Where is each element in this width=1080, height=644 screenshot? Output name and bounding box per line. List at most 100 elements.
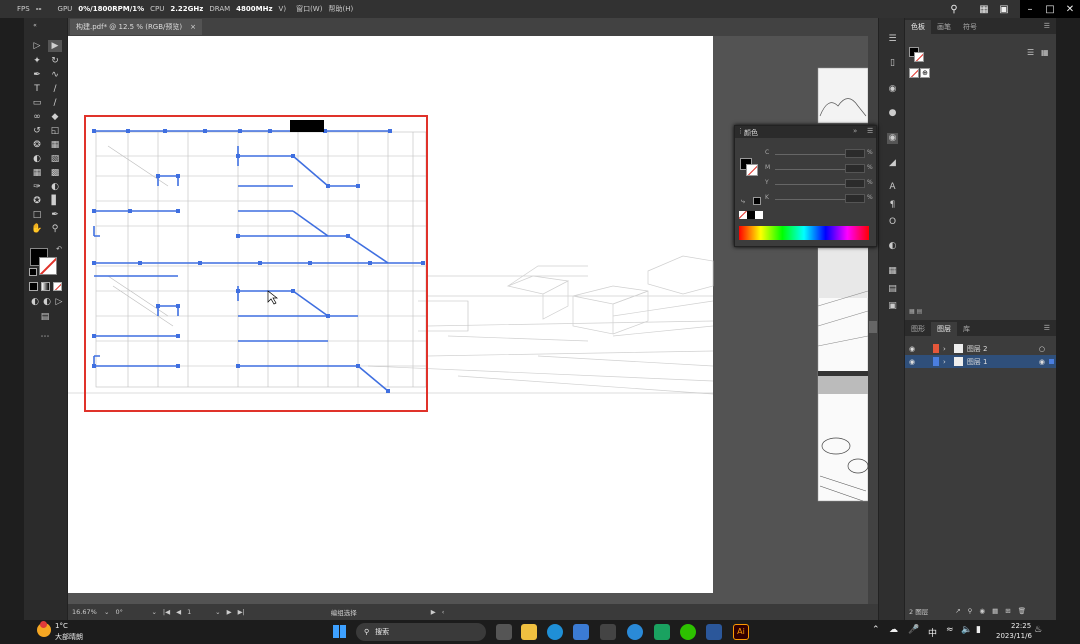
magenta-slider[interactable]: M %	[765, 164, 875, 174]
clipping-mask-icon[interactable]: ◉	[979, 607, 985, 615]
page-number[interactable]: 1	[187, 608, 209, 616]
layers-options-icon[interactable]: ☰	[1038, 322, 1056, 336]
arrange-icon[interactable]: ▦	[974, 0, 994, 18]
draw-inside-icon[interactable]: ▷	[52, 296, 66, 308]
layer-row-2[interactable]: ◉ › 图层 2 ○	[905, 342, 1057, 355]
file-explorer-icon[interactable]	[521, 624, 537, 640]
page-dropdown-icon[interactable]: ⌄	[215, 608, 220, 616]
magenta-value[interactable]	[845, 164, 865, 173]
magic-wand-icon[interactable]: ✦	[30, 55, 44, 67]
menu-window[interactable]: 窗口(W)	[293, 4, 325, 14]
tab-graphics[interactable]: 图形	[905, 322, 931, 336]
default-colors-icon[interactable]	[29, 268, 37, 276]
transform-icon[interactable]: ▦	[887, 266, 898, 277]
paintbrush-icon[interactable]: ∕	[48, 97, 62, 109]
paragraph-icon[interactable]: ¶	[887, 200, 898, 211]
artboard-tool-icon[interactable]: □	[30, 209, 44, 221]
target-circle-icon[interactable]: ○	[1039, 345, 1045, 353]
battery-icon[interactable]: ▮	[976, 625, 981, 635]
expand-arrow-icon[interactable]: ›	[943, 345, 946, 353]
comments-icon[interactable]: ▯	[887, 58, 898, 69]
none-mode-button[interactable]	[53, 282, 62, 291]
weather-status[interactable]: 大部晴朗	[55, 632, 83, 642]
symbol-sprayer-icon[interactable]: ✪	[30, 195, 44, 207]
direct-selection-tool-icon[interactable]: ▷	[30, 40, 44, 52]
start-button-icon[interactable]	[333, 625, 346, 638]
tab-layers[interactable]: 图层	[931, 322, 957, 336]
status-menu-icon[interactable]: ▶	[431, 608, 436, 616]
more-tools-icon[interactable]: ⋯	[38, 331, 52, 343]
zoom-level[interactable]: 16.67%	[72, 608, 98, 616]
scale-tool-icon[interactable]: ◱	[48, 125, 62, 137]
zoom-dropdown-icon[interactable]: ⌄	[104, 608, 109, 616]
unity-icon[interactable]	[600, 624, 616, 640]
pathfinder-icon[interactable]: ◉	[887, 84, 898, 95]
notification-bell-icon[interactable]: ♨	[1034, 625, 1042, 635]
layer-name[interactable]: 图层 1	[967, 357, 988, 367]
taskbar-search-box[interactable]: ⚲ 搜索	[356, 623, 486, 641]
tab-brushes[interactable]: 画笔	[931, 20, 957, 34]
clock-date[interactable]: 2023/11/6	[996, 632, 1032, 640]
layer-name[interactable]: 图层 2	[967, 344, 988, 354]
gradient-tool-icon[interactable]: ▩	[48, 167, 62, 179]
weather-temperature[interactable]: 1°C	[55, 622, 68, 630]
tab-close-icon[interactable]: ×	[190, 23, 196, 31]
microphone-icon[interactable]: 🎤	[908, 625, 919, 635]
transparency-icon[interactable]: ◐	[887, 241, 898, 252]
artboards-icon[interactable]: ▣	[887, 301, 898, 312]
color-mode-button[interactable]	[29, 282, 38, 291]
menu-view[interactable]: V)	[276, 5, 290, 13]
black-value[interactable]	[845, 194, 865, 203]
collapse-panel-icon[interactable]: »	[853, 127, 857, 135]
tray-overflow-icon[interactable]: ⌃	[872, 625, 880, 635]
appearance-icon[interactable]: ●	[887, 108, 898, 119]
last-color-swatch[interactable]	[753, 197, 761, 205]
color-spectrum-bar[interactable]	[739, 226, 869, 240]
slice-tool-icon[interactable]: ✒	[48, 209, 62, 221]
prev-page-icon[interactable]: ◀	[176, 608, 181, 616]
color-panel-stroke-swatch[interactable]	[746, 164, 758, 176]
pen-tool-icon[interactable]: ✒	[30, 69, 44, 81]
gradient-mode-button[interactable]	[41, 282, 50, 291]
collapse-arrows-icon[interactable]: «	[28, 20, 42, 32]
ime-indicator[interactable]: 中	[928, 626, 937, 639]
gradient-panel-icon[interactable]: ◢	[887, 158, 898, 169]
color-panel-grip-icon[interactable]: ⋮	[737, 127, 744, 135]
tab-swatches[interactable]: 色板	[905, 20, 931, 34]
last-page-icon[interactable]: ▶|	[238, 608, 245, 616]
visibility-eye-icon[interactable]: ◉	[905, 345, 919, 353]
perspective-grid-icon[interactable]: ▧	[48, 153, 62, 165]
yellow-value[interactable]	[845, 179, 865, 188]
delete-layer-icon[interactable]: 🗑	[1018, 607, 1026, 615]
align-icon[interactable]: ▤	[887, 284, 898, 295]
edge-browser-icon[interactable]	[547, 624, 563, 640]
screen-mode-icon[interactable]: ▤	[38, 311, 52, 323]
target-circle-icon[interactable]: ◉	[1039, 358, 1045, 366]
shaper-tool-icon[interactable]: ∞	[30, 111, 44, 123]
export-icon[interactable]: ↗	[955, 607, 960, 615]
yellow-slider[interactable]: Y %	[765, 179, 875, 189]
illustrator-icon[interactable]: Ai	[733, 624, 749, 640]
character-icon[interactable]: A	[887, 182, 898, 193]
vertical-scrollbar[interactable]	[868, 36, 878, 604]
panel-menu-icon[interactable]: ☰	[887, 34, 898, 45]
scrollbar-thumb[interactable]	[869, 321, 877, 333]
first-page-icon[interactable]: |◀	[163, 608, 170, 616]
visibility-eye-icon[interactable]: ◉	[905, 358, 919, 366]
new-layer-icon[interactable]: ⊞	[1005, 607, 1010, 615]
clock-time[interactable]: 22:25	[1011, 622, 1031, 630]
stroke-swatch[interactable]	[39, 257, 57, 275]
new-sublayer-icon[interactable]: ▦	[992, 607, 998, 615]
hand-tool-icon[interactable]: ✋	[30, 223, 44, 235]
eraser-icon[interactable]: ◆	[48, 111, 62, 123]
rotate-tool-icon[interactable]: ↺	[30, 125, 44, 137]
store-icon[interactable]	[573, 624, 589, 640]
shape-builder-icon[interactable]: ◐	[30, 153, 44, 165]
type-tool-icon[interactable]: T	[30, 83, 44, 95]
next-page-icon[interactable]: ▶	[227, 608, 232, 616]
mesh-tool-icon[interactable]: ▦	[30, 167, 44, 179]
rectangle-tool-icon[interactable]: ▭	[30, 97, 44, 109]
scroll-left-icon[interactable]: ‹	[442, 608, 445, 616]
tab-symbols[interactable]: 符号	[957, 20, 983, 34]
blend-tool-icon[interactable]: ◐	[48, 181, 62, 193]
